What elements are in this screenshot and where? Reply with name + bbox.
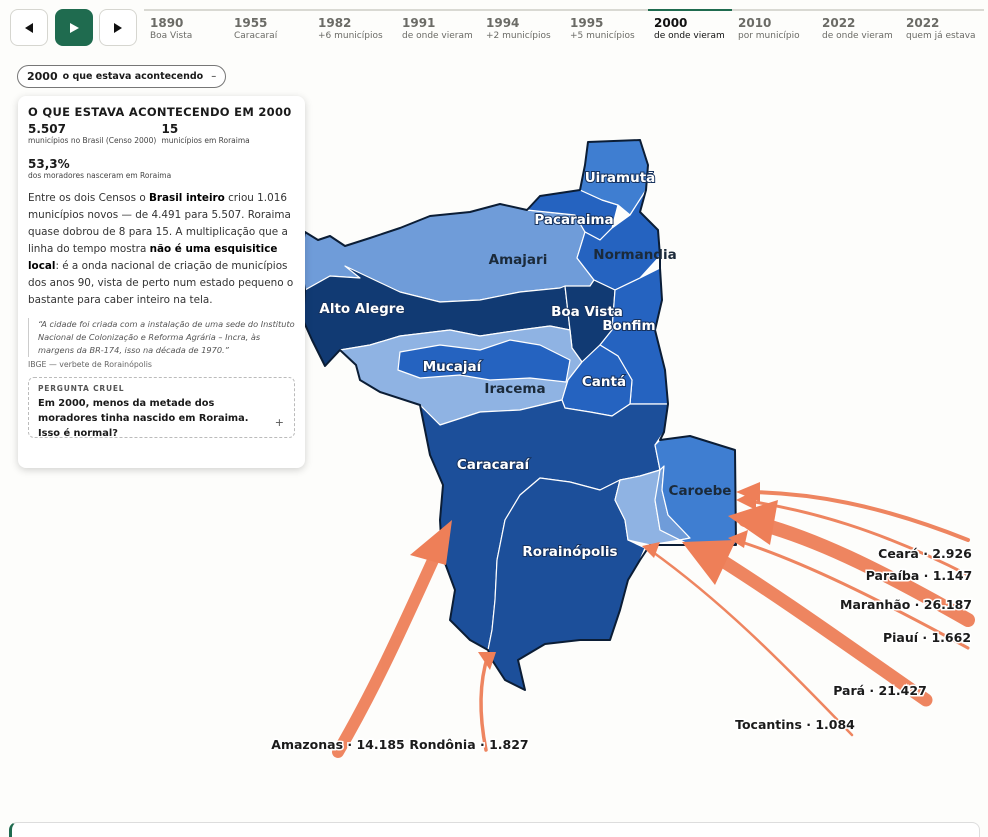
timeline-subtitle: +6 municípios [318,31,383,41]
timeline-subtitle: Boa Vista [150,31,193,41]
label-alto-alegre: Alto Alegre [319,301,404,317]
timeline-year: 1955 [234,16,268,30]
flow-line-rondonia [479,653,490,752]
stat-label: municípios em Roraima [161,136,250,145]
stat-value: 15 [161,122,179,136]
card-title: O QUE ESTAVA ACONTECENDO EM 2000 [28,105,292,119]
timeline-subtitle: de onde vieram [402,31,473,41]
flow-label-rondonia: Rondônia · 1.827 [409,737,528,752]
collapse-icon: – [211,71,217,82]
label-pacaraima: Pacaraima [534,212,613,228]
timeline-subtitle: por município [738,31,800,41]
stat-municipios-roraima: 15 municípios em Roraima [162,122,296,145]
body-text: : é a onda nacional de criação de municí… [28,259,294,306]
pill-label: o que estava acontecendo [62,71,204,82]
timeline-subtitle: quem já estava [906,31,976,41]
stat-municipios-brasil: 5.507 municípios no Brasil (Censo 2000) [28,122,162,145]
flow-label-paraiba: Paraíba · 1.147 [866,568,973,583]
label-uiramuta: Uiramutã [585,170,656,186]
question-kicker: PERGUNTA CRUEL [38,384,125,394]
timeline: 1890 Boa Vista 1955 Caracaraí 1982 +6 munic… [144,9,984,45]
timeline-step-2022-resident[interactable]: 2022 quem já estava [900,9,984,45]
timeline-subtitle: de onde vieram [822,31,893,41]
label-mucajai: Mucajaí [423,359,483,375]
timeline-step-1982[interactable]: 1982 +6 municípios [312,9,396,45]
timeline-step-2010[interactable]: 2010 por município [732,9,816,45]
label-rorainopolis: Rorainópolis [522,544,617,560]
question-box[interactable]: PERGUNTA CRUEL Em 2000, menos da metade … [28,377,295,439]
timeline-year: 2000 [654,16,688,30]
label-bonfim: Bonfim [602,318,655,334]
timeline-year: 1890 [150,16,184,30]
timeline-subtitle: Caracaraí [234,31,278,41]
flow-label-tocantins: Tocantins · 1.084 [735,717,855,732]
card-body: Entre os dois Censos o Brasil inteiro cr… [28,190,295,309]
stat-nascidos-roraima: 53,3% dos moradores nasceram em Roraima [28,157,177,180]
timeline-subtitle: de onde vieram [654,31,725,41]
question-text: Em 2000, menos da metade dos moradores t… [38,398,249,440]
flow-label-maranhao: Maranhão · 26.187 [840,597,972,612]
timeline-step-2022-origin[interactable]: 2022 de onde vieram [816,9,900,45]
timeline-step-2000[interactable]: 2000 de onde vieram [648,9,732,45]
timeline-step-1890[interactable]: 1890 Boa Vista [144,9,228,45]
stat-label: municípios no Brasil (Censo 2000) [28,136,157,145]
stats-row: 5.507 municípios no Brasil (Censo 2000) … [28,122,295,145]
flow-label-piaui: Piauí · 1.662 [883,630,971,645]
flow-label-ceara: Ceará · 2.926 [878,546,972,561]
timeline-subtitle: +5 municípios [570,31,635,41]
bottom-panel [9,822,980,837]
pill-year: 2000 [27,70,58,83]
timeline-year: 2022 [822,16,856,30]
timeline-year: 1994 [486,16,520,30]
label-caroebe: Caroebe [669,483,732,499]
label-canta: Cantá [582,374,626,390]
flow-arrowhead-amazonas [410,520,452,565]
timeline-year: 1995 [570,16,604,30]
triangle-right-icon [114,22,122,33]
context-toggle-pill[interactable]: 2000 o que estava acontecendo – [17,65,227,88]
expand-icon[interactable]: + [275,416,284,429]
quote: “A cidade foi criada com a instalação de… [28,317,295,358]
play-icon [70,22,79,33]
quote-source: IBGE — verbete de Rorainópolis [28,360,152,370]
play-button[interactable] [55,9,93,46]
flow-label-para: Pará · 21.427 [833,683,927,698]
context-card: O QUE ESTAVA ACONTECENDO EM 2000 5.507 m… [18,96,305,468]
next-step-button[interactable] [99,9,137,46]
timeline-step-1995[interactable]: 1995 +5 municípios [564,9,648,45]
body-text: Entre os dois Censos o [28,192,149,204]
label-caracarai: Caracaraí [457,457,531,473]
stat-value: 5.507 [28,122,66,136]
body-bold: Brasil inteiro [148,192,225,204]
label-iracema: Iracema [484,381,545,397]
timeline-step-1994[interactable]: 1994 +2 municípios [480,9,564,45]
timeline-step-1991[interactable]: 1991 de onde vieram [396,9,480,45]
label-normandia: Normandia [593,247,676,263]
stat-label: dos moradores nasceram em Roraima [28,171,172,180]
timeline-year: 2022 [906,16,940,30]
flow-label-amazonas: Amazonas · 14.185 [271,737,404,752]
stat-value: 53,3% [28,157,70,171]
timeline-year: 1991 [402,16,436,30]
flow-line-amazonas [332,539,446,758]
previous-step-button[interactable] [10,9,48,46]
timeline-year: 1982 [318,16,352,30]
timeline-year: 2010 [738,16,772,30]
label-amajari: Amajari [489,252,548,268]
triangle-left-icon [25,22,33,33]
timeline-step-1955[interactable]: 1955 Caracaraí [228,9,312,45]
timeline-subtitle: +2 municípios [486,31,551,41]
